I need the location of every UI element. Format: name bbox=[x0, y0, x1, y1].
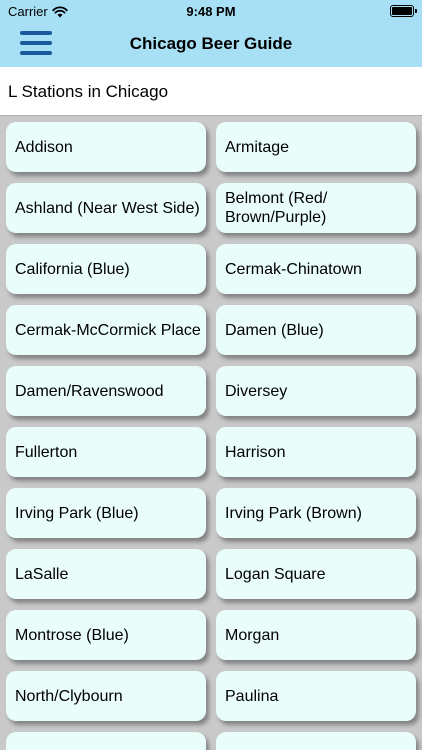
station-button[interactable]: Diversey bbox=[216, 366, 416, 416]
station-button[interactable]: LaSalle bbox=[6, 549, 206, 599]
page-title: Chicago Beer Guide bbox=[129, 34, 293, 53]
station-button[interactable]: Damen/Ravenswood bbox=[6, 366, 206, 416]
station-button[interactable] bbox=[6, 732, 206, 750]
station-button[interactable]: Fullerton bbox=[6, 427, 206, 477]
station-button[interactable]: Addison bbox=[6, 122, 206, 172]
status-bar: Carrier 9:48 PM bbox=[0, 0, 422, 22]
station-button[interactable]: Ashland (Near West Side) bbox=[6, 183, 206, 233]
station-button[interactable]: Morgan bbox=[216, 610, 416, 660]
station-button[interactable]: North/Clybourn bbox=[6, 671, 206, 721]
station-button[interactable]: Logan Square bbox=[216, 549, 416, 599]
station-button[interactable]: Irving Park (Blue) bbox=[6, 488, 206, 538]
app-header: Carrier 9:48 PM Chicago Beer Guide bbox=[0, 0, 422, 67]
station-button[interactable] bbox=[216, 732, 416, 750]
station-button[interactable]: Damen (Blue) bbox=[216, 305, 416, 355]
section-header: L Stations in Chicago bbox=[0, 67, 422, 116]
section-title: L Stations in Chicago bbox=[8, 82, 169, 101]
station-button[interactable]: Cermak-McCormick Place bbox=[6, 305, 206, 355]
battery-icon bbox=[390, 5, 417, 17]
station-button[interactable]: Irving Park (Brown) bbox=[216, 488, 416, 538]
status-time: 9:48 PM bbox=[186, 4, 236, 19]
station-button[interactable]: Armitage bbox=[216, 122, 416, 172]
station-button[interactable]: Harrison bbox=[216, 427, 416, 477]
station-button[interactable]: California (Blue) bbox=[6, 244, 206, 294]
station-button[interactable]: Montrose (Blue) bbox=[6, 610, 206, 660]
station-button[interactable]: Cermak-Chinatown bbox=[216, 244, 416, 294]
station-button[interactable]: Paulina bbox=[216, 671, 416, 721]
station-button[interactable]: Belmont (Red/ Brown/Purple) bbox=[216, 183, 416, 233]
station-grid: Addison Armitage Ashland (Near West Side) B… bbox=[0, 116, 422, 750]
